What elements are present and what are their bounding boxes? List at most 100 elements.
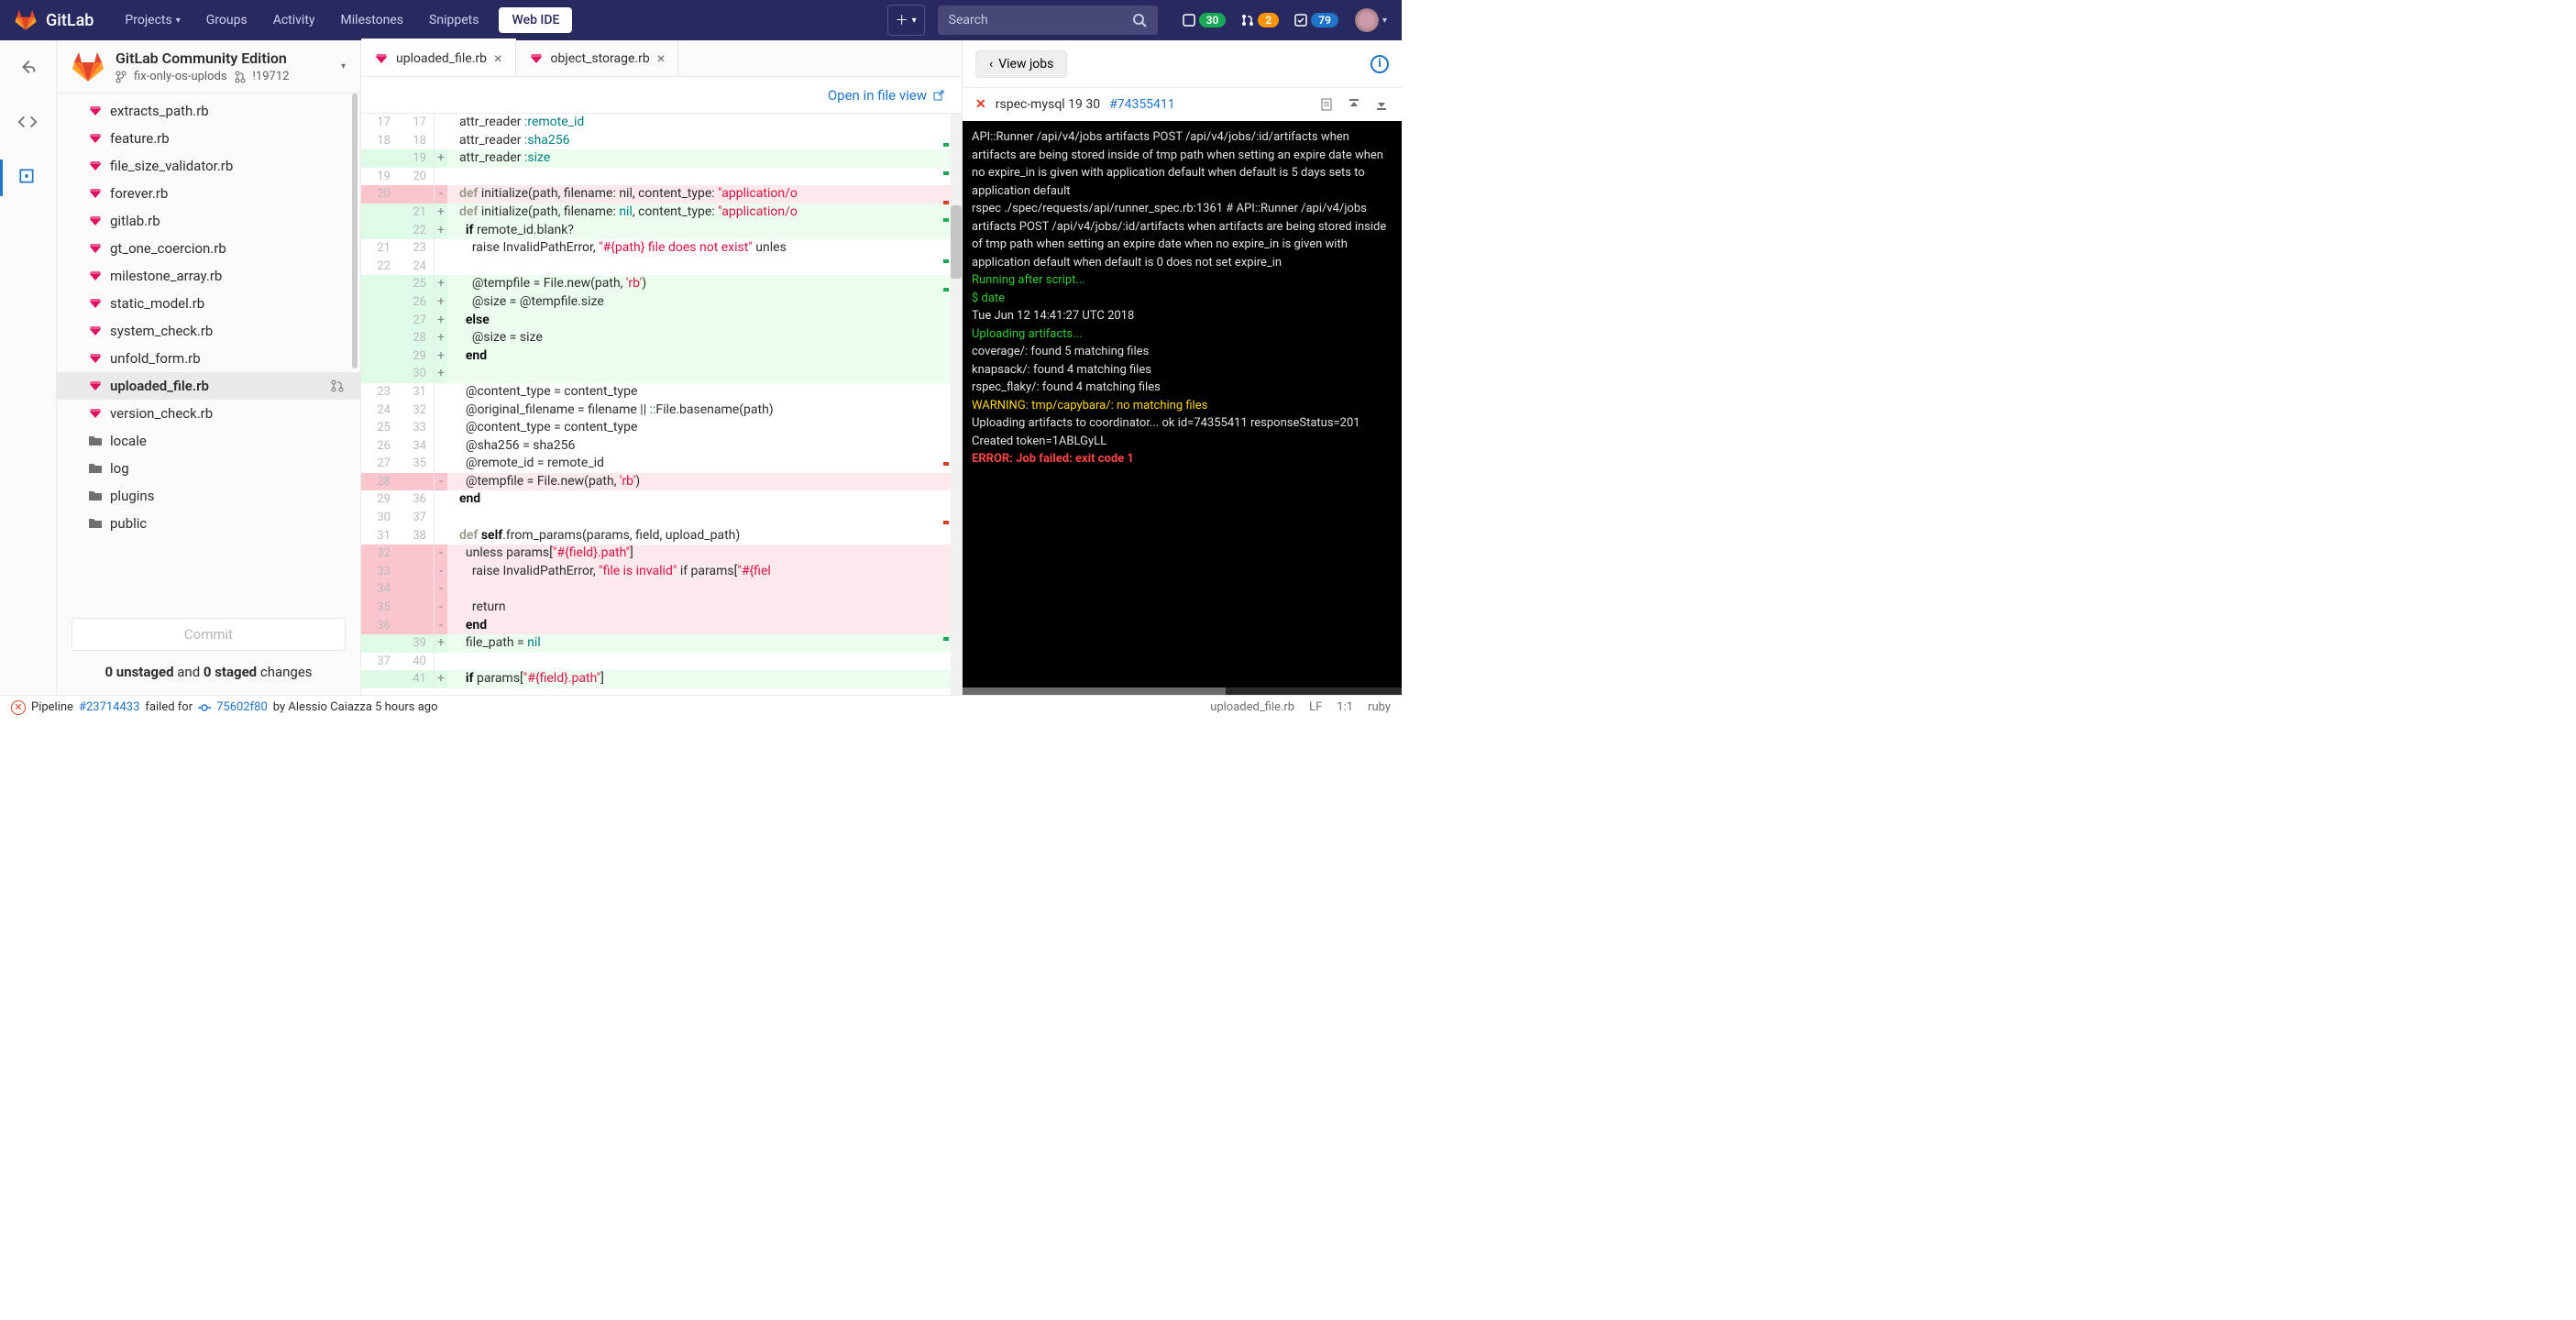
commit-button[interactable]: Commit [72,618,346,651]
pipeline-failed-icon: ✕ [11,700,26,715]
issues-badge[interactable]: 30 [1182,13,1227,28]
file-name: gt_one_coercion.rb [110,240,226,257]
diff-line: 29+ end [361,347,962,366]
editor-tab[interactable]: uploaded_file.rb× [361,38,516,76]
editor-tab[interactable]: object_storage.rb× [516,40,679,76]
diff-line: 21+ def initialize(path, filename: nil, … [361,204,962,222]
commit-link[interactable]: 75602f80 [216,700,268,714]
file-row[interactable]: plugins [57,482,360,510]
commit-panel: Commit 0 unstaged and 0 staged changes [57,603,360,695]
terminal-line: ERROR: Job failed: exit code 1 [972,450,1393,468]
diff-editor[interactable]: 1717 attr_reader :remote_id1818 attr_rea… [361,114,962,695]
terminal-line: Running after script... [972,271,1393,290]
back-icon[interactable] [17,57,39,79]
scrollbar[interactable] [951,114,962,695]
diff-line: 20- def initialize(path, filename: nil, … [361,185,962,204]
chevron-down-icon[interactable]: ▾ [341,61,346,72]
file-row[interactable]: static_model.rb [57,290,360,317]
review-icon[interactable] [17,167,39,189]
user-avatar[interactable] [1355,8,1379,32]
terminal-output[interactable]: API::Runner /api/v4/jobs artifacts POST … [963,121,1402,688]
todos-badge[interactable]: 79 [1294,13,1338,28]
open-in-file-view-link[interactable]: Open in file view [828,87,945,104]
scrollbar[interactable] [352,94,358,368]
file-name: static_model.rb [110,295,204,312]
file-row[interactable]: forever.rb [57,180,360,207]
file-row[interactable]: public [57,510,360,537]
diff-line: 2432 @original_filename = filename || ::… [361,402,962,420]
scroll-top-icon[interactable] [1347,97,1361,112]
diff-line: 33- raise InvalidPathError, "file is inv… [361,563,962,581]
diff-line: 27+ else [361,312,962,330]
file-row[interactable]: file_size_validator.rb [57,152,360,180]
close-icon[interactable]: × [657,50,666,67]
diff-line: 2331 @content_type = content_type [361,383,962,402]
file-row[interactable]: locale [57,427,360,455]
project-logo [72,50,105,83]
diff-line: 3740 [361,653,962,671]
file-row[interactable]: gitlab.rb [57,207,360,235]
nav-activity[interactable]: Activity [260,13,328,28]
file-row[interactable]: uploaded_file.rb [57,372,360,400]
status-position: 1:1 [1337,700,1353,714]
nav-milestones[interactable]: Milestones [328,13,417,28]
file-name: file_size_validator.rb [110,158,233,174]
code-icon[interactable] [17,112,39,134]
job-name: rspec-mysql 19 30 [996,97,1100,112]
pipeline-link[interactable]: #23714433 [79,700,139,714]
file-row[interactable]: milestone_array.rb [57,262,360,290]
nav-snippets[interactable]: Snippets [416,13,491,28]
diff-line: 22+ if remote_id.blank? [361,222,962,240]
diff-line: 1818 attr_reader :sha256 [361,132,962,150]
diff-line: 2634 @sha256 = sha256 [361,437,962,456]
nav-groups[interactable]: Groups [193,13,260,28]
file-name: feature.rb [110,130,170,147]
terminal-line: coverage/: found 5 matching files [972,343,1393,361]
terminal-line: knapsack/: found 4 matching files [972,361,1393,380]
terminal-line: $ date [972,290,1393,308]
merge-request-icon [235,71,246,83]
job-hash[interactable]: #74355411 [1109,97,1175,112]
diff-line: 32- unless params["#{field}.path"] [361,544,962,563]
file-row[interactable]: extracts_path.rb [57,97,360,125]
file-tree: extracts_path.rb feature.rb file_size_vali… [57,94,360,603]
project-title: GitLab Community Edition [116,50,330,67]
file-row[interactable]: system_check.rb [57,317,360,345]
document-icon[interactable] [1319,97,1334,112]
file-name: version_check.rb [110,405,213,422]
diff-line: 41+ if params["#{field}.path"] [361,670,962,688]
jobs-header: ‹View jobs i [963,40,1402,88]
branch-name: fix-only-os-uplods [134,70,227,83]
file-row[interactable]: unfold_form.rb [57,345,360,372]
gitlab-logo [15,9,37,31]
chevron-down-icon: ▾ [1382,16,1387,26]
file-row[interactable]: feature.rb [57,125,360,152]
tab-bar: uploaded_file.rb×object_storage.rb× [361,40,962,77]
search-box[interactable] [938,6,1158,35]
diff-line: 2735 @remote_id = remote_id [361,455,962,473]
terminal-scrollbar[interactable] [963,688,1402,695]
diff-line: 30+ [361,365,962,383]
terminal-line: rspec_flaky/: found 4 matching files [972,379,1393,397]
diff-line: 39+ file_path = nil [361,634,962,653]
search-input[interactable] [949,13,1132,28]
nav-projects[interactable]: Projects▾ [112,13,193,28]
branch-icon [116,71,127,83]
terminal-line: API::Runner /api/v4/jobs artifacts POST … [972,128,1393,200]
file-row[interactable]: gt_one_coercion.rb [57,235,360,262]
mr-badge[interactable]: 2 [1240,13,1279,28]
close-icon[interactable]: × [494,50,502,67]
diff-line: 36- end [361,617,962,635]
scroll-bottom-icon[interactable] [1374,97,1389,112]
info-icon[interactable]: i [1371,55,1389,73]
file-row[interactable]: log [57,455,360,482]
new-dropdown[interactable]: ＋▾ [887,5,925,36]
file-row[interactable]: version_check.rb [57,400,360,427]
file-name: system_check.rb [110,323,213,339]
view-jobs-button[interactable]: ‹View jobs [975,50,1067,78]
file-name: forever.rb [110,185,168,202]
diff-line: 28+ @size = size [361,329,962,347]
file-name: public [110,515,147,532]
file-name: uploaded_file.rb [110,378,209,394]
webide-button[interactable]: Web IDE [499,7,572,33]
